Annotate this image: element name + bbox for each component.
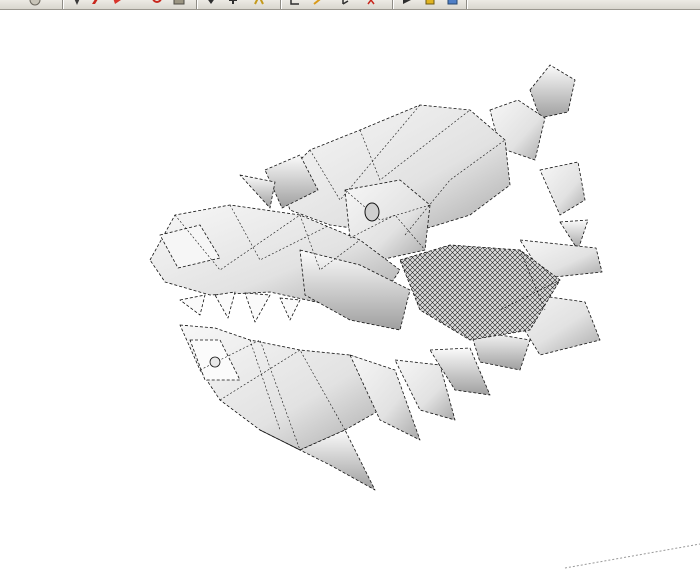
- push-pull-icon[interactable]: [204, 0, 218, 8]
- toolbar-separator: [392, 0, 393, 9]
- axes-icon[interactable]: [336, 0, 350, 8]
- model-viewport[interactable]: [0, 10, 700, 569]
- walk-icon[interactable]: [364, 0, 378, 8]
- follow-me-icon[interactable]: [252, 0, 266, 8]
- eraser-icon[interactable]: [110, 0, 124, 8]
- dragon-head-mesh: [149, 64, 700, 569]
- orbit-icon[interactable]: [28, 0, 42, 8]
- rotate-red-icon[interactable]: [150, 0, 164, 8]
- tape-measure-icon[interactable]: [288, 0, 302, 8]
- look-around-icon[interactable]: [400, 0, 414, 8]
- toolbar-separator: [280, 0, 281, 9]
- ground-axis-line: [564, 543, 700, 569]
- select-arrow-icon[interactable]: [70, 0, 84, 8]
- toolbar-separator: [466, 0, 467, 9]
- toolbar-separator: [196, 0, 197, 9]
- eye: [364, 202, 380, 222]
- section-plane-icon[interactable]: [424, 0, 438, 8]
- pencil-red-icon[interactable]: [90, 0, 104, 8]
- paint-bucket-icon[interactable]: [172, 0, 186, 8]
- section-plane-icon[interactable]: [446, 0, 460, 8]
- move-icon[interactable]: [226, 0, 240, 8]
- toolbar: [0, 0, 700, 10]
- toolbar-separator: [62, 0, 63, 9]
- protractor-icon[interactable]: [312, 0, 326, 8]
